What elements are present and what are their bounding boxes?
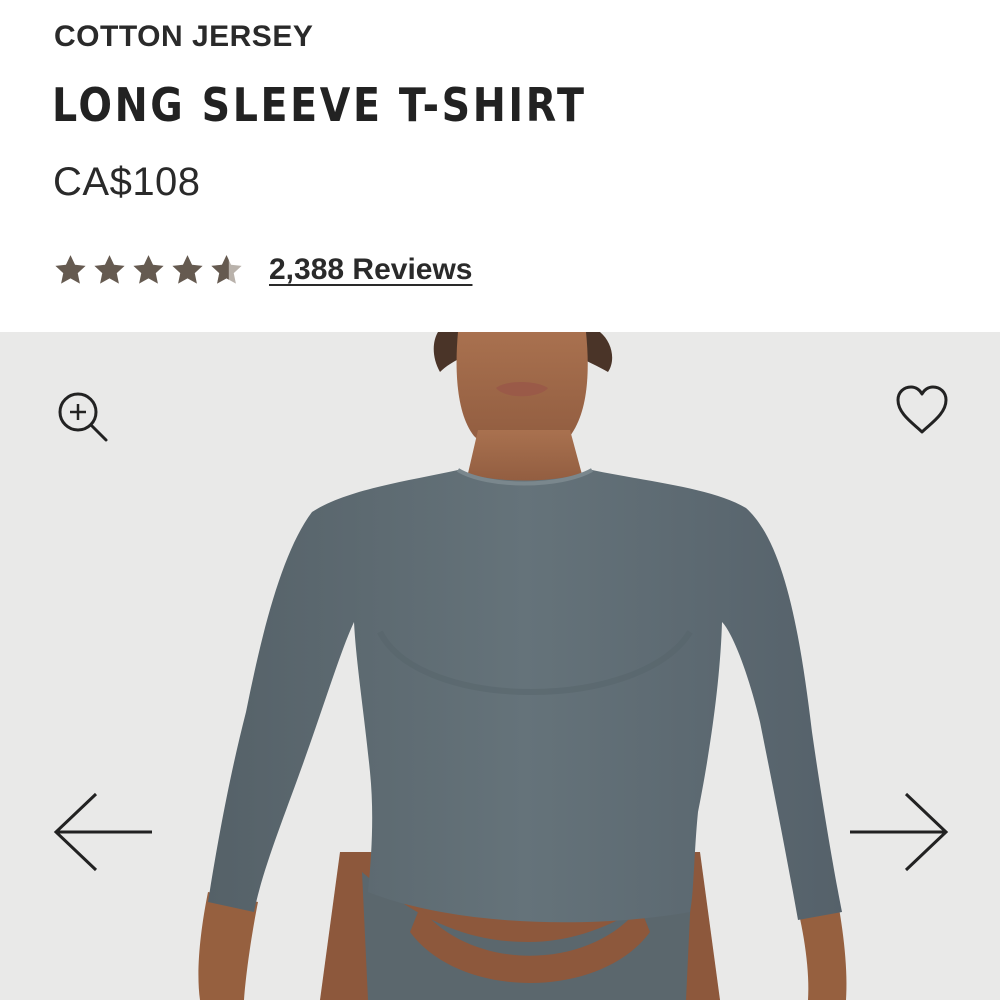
arrow-left-icon [53,792,152,872]
arrow-right-icon [850,792,949,872]
star-icon [130,252,167,289]
next-image-button[interactable] [846,790,950,874]
product-collection: COTTON JERSEY [54,20,314,53]
rating-row: 2,388 Reviews [52,250,472,290]
star-rating [52,252,245,289]
heart-icon [896,385,948,434]
wishlist-button[interactable] [894,384,950,436]
product-price: CA$108 [53,160,201,204]
product-title: LONG SLEEVE T-SHIRT [52,78,587,132]
half-star-icon [208,252,245,289]
zoom-button[interactable] [56,390,110,444]
star-icon [52,252,89,289]
product-image [198,332,847,1000]
zoom-in-icon [58,392,108,442]
reviews-link[interactable]: 2,388 Reviews [269,253,472,287]
previous-image-button[interactable] [52,790,156,874]
product-gallery[interactable] [0,332,1000,1000]
star-icon [91,252,128,289]
star-icon [169,252,206,289]
